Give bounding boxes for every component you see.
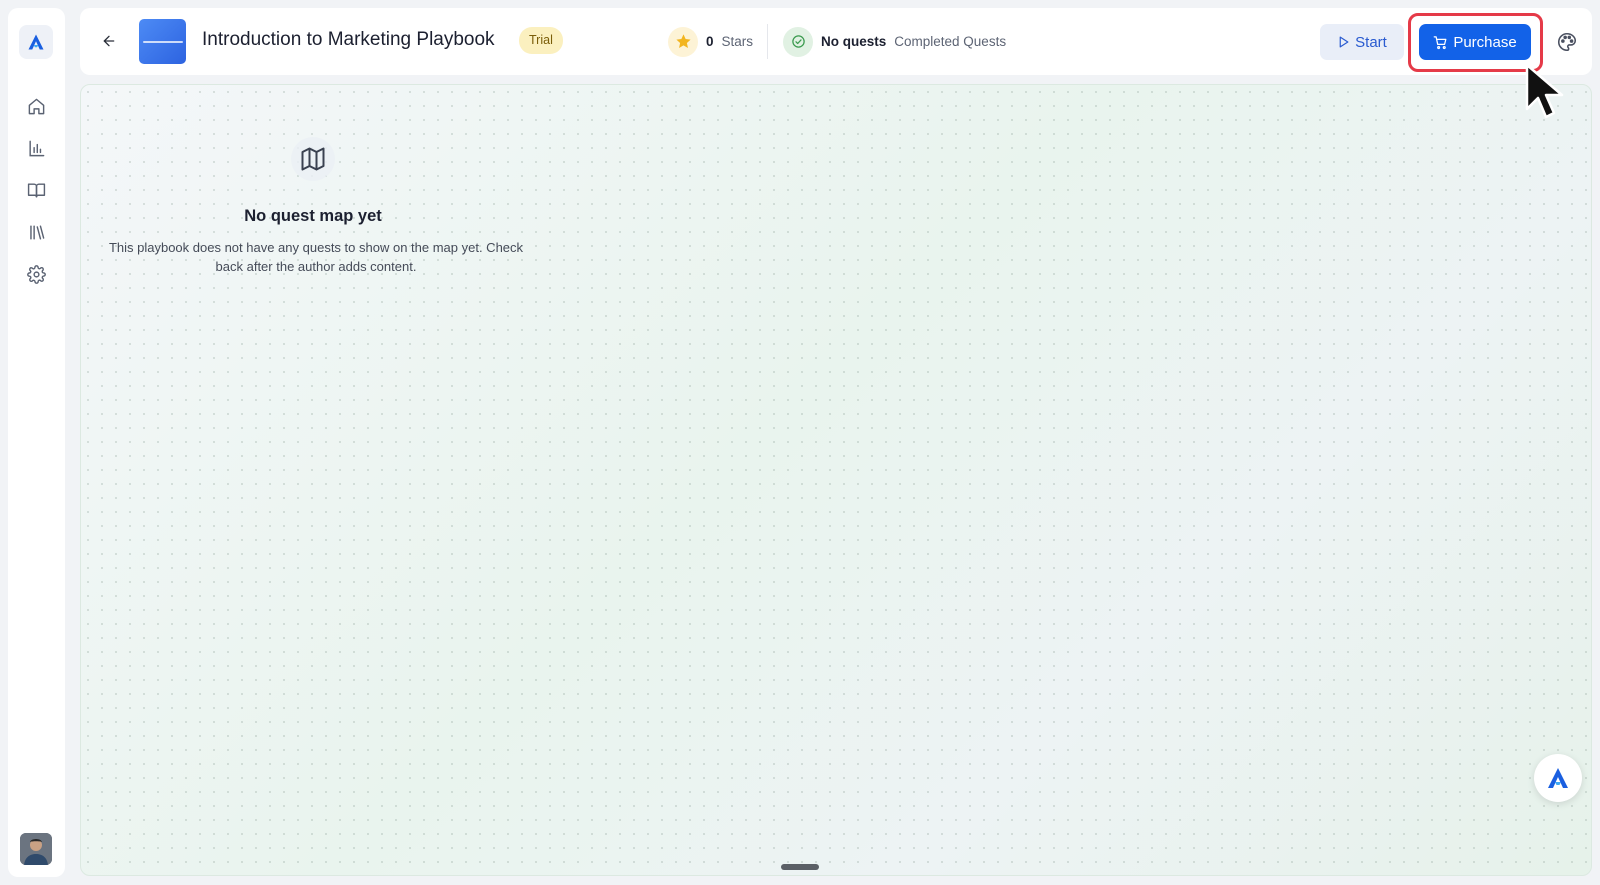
header: Introduction to Marketing Playbook Trial… (80, 8, 1592, 75)
quest-map-canvas[interactable]: No quest map yet This playbook does not … (80, 84, 1592, 876)
stars-value: 0 (706, 34, 714, 49)
bar-chart-icon (28, 140, 44, 156)
gear-icon (26, 264, 46, 284)
library-icon (29, 224, 44, 240)
back-button[interactable] (94, 26, 124, 56)
open-book-icon (27, 182, 45, 198)
play-icon (1339, 36, 1349, 48)
map-icon (291, 137, 335, 181)
divider (767, 24, 768, 59)
stars-label: Stars (721, 34, 754, 49)
resize-handle[interactable] (781, 864, 819, 870)
sidebar-item-settings[interactable] (20, 258, 52, 290)
start-button[interactable]: Start (1320, 24, 1404, 60)
star-icon (668, 26, 698, 57)
brand-logo-icon (1548, 768, 1568, 788)
assistant-button[interactable] (1534, 754, 1582, 802)
brand-logo-icon[interactable] (19, 25, 53, 59)
purchase-button-label: Purchase (1453, 33, 1517, 51)
quests-label: Completed Quests (894, 34, 1007, 49)
cart-icon (1433, 35, 1447, 49)
theme-button[interactable] (1552, 27, 1582, 57)
quests-value: No quests (821, 34, 887, 49)
sidebar (8, 8, 65, 877)
home-icon (28, 98, 44, 114)
sidebar-item-analytics[interactable] (20, 132, 52, 164)
palette-icon (1558, 32, 1577, 52)
start-button-label: Start (1355, 33, 1387, 51)
sidebar-item-library[interactable] (20, 216, 52, 248)
check-circle-icon (783, 26, 813, 57)
arrow-left-icon (103, 35, 115, 47)
stars-stat: 0 Stars (668, 26, 753, 57)
empty-state-title: No quest map yet (244, 207, 382, 225)
sidebar-item-home[interactable] (20, 90, 52, 122)
quests-stat: No quests Completed Quests (783, 26, 1006, 57)
status-badge: Trial (519, 27, 563, 54)
playbook-thumbnail (139, 19, 186, 64)
empty-state-description: This playbook does not have any quests t… (108, 240, 524, 274)
sidebar-item-playbooks[interactable] (20, 174, 52, 206)
user-avatar[interactable] (20, 833, 52, 865)
purchase-button[interactable]: Purchase (1419, 24, 1531, 60)
page-title: Introduction to Marketing Playbook (202, 29, 495, 50)
